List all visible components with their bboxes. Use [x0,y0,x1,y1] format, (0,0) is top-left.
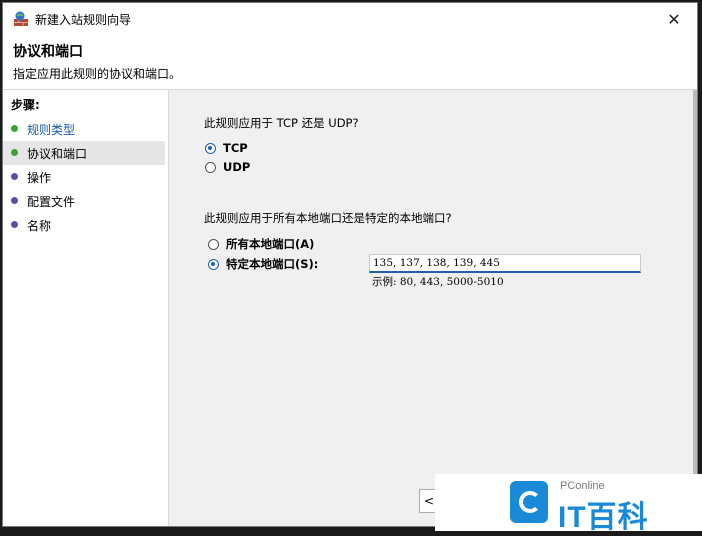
close-button[interactable]: ✕ [651,3,697,35]
scrollbar[interactable] [693,90,697,490]
wizard-window: 新建入站规则向导 ✕ 协议和端口 指定应用此规则的协议和端口。 步骤: 规则类型… [2,2,698,527]
close-icon: ✕ [667,9,681,29]
radio-button[interactable] [208,238,219,250]
step-name[interactable]: 名称 [3,213,165,237]
step-label: 操作 [27,170,52,185]
back-chevron-icon: < [423,494,435,508]
radio-all-local-ports[interactable]: 所有本地端口(A) [208,236,314,252]
ports-input[interactable]: 135, 137, 138, 139, 445 [369,254,641,273]
radio-label: TCP [223,141,248,155]
radio-button-checked[interactable] [208,258,219,270]
step-profile[interactable]: 配置文件 [3,189,165,213]
page-subtitle: 指定应用此规则的协议和端口。 [13,67,182,81]
main-panel: 此规则应用于 TCP 还是 UDP? TCP UDP 此规则应用于所有本地端口还… [169,90,697,526]
step-label: 协议和端口 [27,146,88,161]
step-pending-dot-icon [11,197,18,204]
steps-sidebar: 步骤: 规则类型 协议和端口 操作 配置文件 名称 [3,90,169,526]
ports-question: 此规则应用于所有本地端口还是特定的本地端口? [204,211,452,225]
radio-tcp[interactable]: TCP [205,141,248,155]
firewall-app-icon [14,11,28,26]
step-label: 配置文件 [27,194,76,209]
step-complete-dot-icon [11,149,18,156]
watermark-big-text: IT百科 [558,501,649,534]
watermark-small-text: PConline [560,480,605,492]
page-header: 协议和端口 指定应用此规则的协议和端口。 [3,35,697,90]
radio-specific-local-ports[interactable]: 特定本地端口(S): [208,256,318,272]
step-rule-type[interactable]: 规则类型 [3,117,165,141]
radio-button[interactable] [205,161,216,173]
step-action[interactable]: 操作 [3,165,165,189]
radio-udp[interactable]: UDP [205,160,250,174]
step-pending-dot-icon [11,221,18,228]
page-title: 协议和端口 [13,44,83,60]
radio-button-checked[interactable] [205,142,216,154]
watermark: PConline IT百科 [435,474,702,534]
radio-label: UDP [223,160,251,174]
step-label: 名称 [27,218,52,233]
window-title: 新建入站规则向导 [35,13,132,27]
pconline-logo-icon [510,481,548,523]
step-protocol-ports[interactable]: 协议和端口 [3,141,165,165]
step-pending-dot-icon [11,173,18,180]
steps-title: 步骤: [11,98,40,112]
step-label: 规则类型 [27,122,76,137]
title-bar: 新建入站规则向导 ✕ [3,3,697,35]
ports-example-hint: 示例: 80, 443, 5000-5010 [372,276,504,288]
step-complete-dot-icon [11,125,18,132]
protocol-question: 此规则应用于 TCP 还是 UDP? [204,116,359,130]
radio-label: 特定本地端口(S): [226,257,319,271]
radio-label: 所有本地端口(A) [226,237,315,251]
